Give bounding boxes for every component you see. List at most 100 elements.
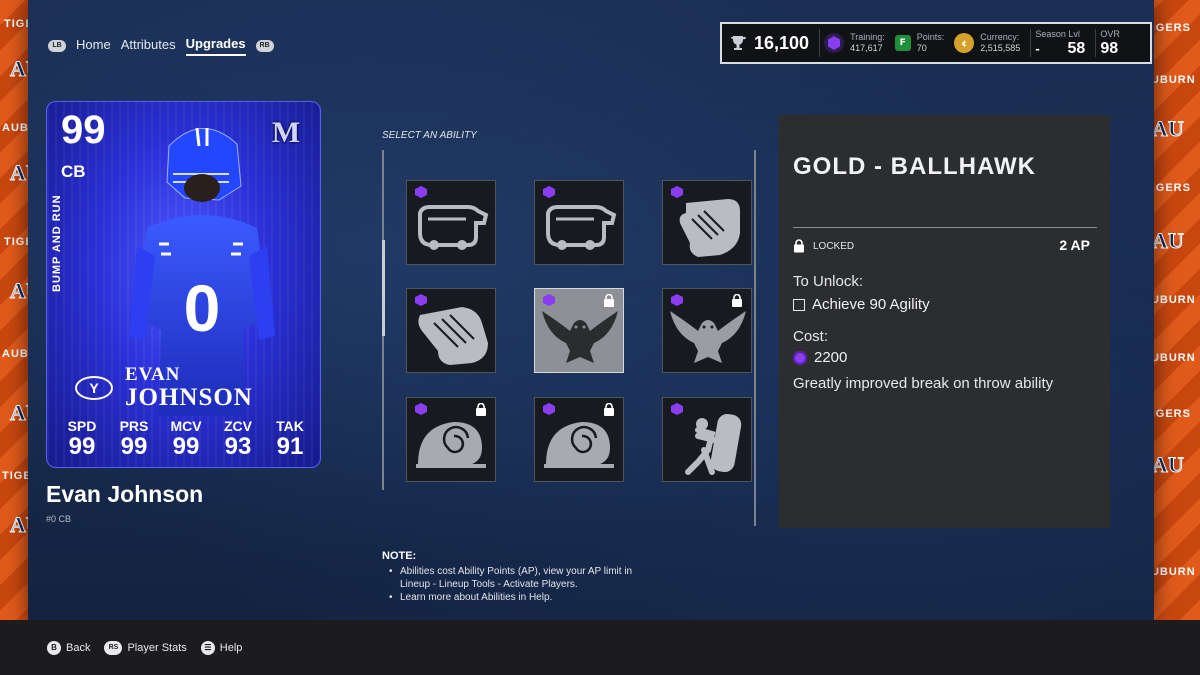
stat-currency: ¢ Currency: 2,515,585 [954,32,1026,54]
ability-grid [406,180,752,482]
card-overall: 99 [61,108,106,152]
tank-icon [418,205,489,250]
attribute-value: 91 [276,433,304,460]
stat-divider [819,29,821,57]
currency-value: 2,515,585 [980,43,1021,53]
rb-bumper-icon[interactable]: RB [255,40,274,52]
unlock-requirement: Achieve 90 Agility [793,296,930,313]
tab-home[interactable]: Home [76,37,111,55]
tier-badge-icon: M [271,116,301,149]
attribute-value: 99 [172,433,200,460]
scrollbar-thumb[interactable] [382,240,385,336]
help-label: Help [219,641,243,654]
help-button[interactable]: ☰ Help [200,640,243,655]
divider [793,227,1097,228]
ability-tile-selected[interactable] [534,288,624,373]
lock-status-label: LOCKED [813,240,855,252]
hawk-icon [670,311,746,363]
ability-detail-panel: GOLD - BALLHAWK LOCKED 2 AP To Unlock: A… [779,115,1110,528]
unlock-heading: To Unlock: [793,273,864,290]
checkbox-icon [793,298,805,311]
hands-icon [418,307,488,365]
right-stick-icon: RS [104,640,123,655]
snail-icon [416,422,486,468]
training-label: Training: [850,32,885,42]
blocking-sled-icon [685,413,742,475]
card-attribute: PRS 99 [109,418,159,460]
stat-divider [1095,29,1097,57]
player-stats-button[interactable]: RS Player Stats [104,640,187,655]
stat-divider [1030,29,1032,57]
ability-tile[interactable] [534,180,624,265]
ability-tile[interactable] [406,180,496,265]
season-prefix: - [1035,41,1040,56]
menu-button-icon: ☰ [200,640,215,655]
top-nav: LB Home Attributes Upgrades RB [48,36,274,56]
stat-trophy: 16,100 [728,33,815,54]
jersey-number: 0 [184,271,221,345]
card-attribute: MCV 99 [161,418,211,460]
tab-attributes[interactable]: Attributes [121,37,176,55]
hands-icon [679,199,740,257]
lock-icon [794,239,804,253]
attribute-key: PRS [119,418,149,434]
stat-points: F Points: 70 [894,32,951,54]
lb-bumper-icon[interactable]: LB [48,40,66,52]
stats-bar: 16,100 Training: 417,617 F Points: 70 ¢ … [720,22,1152,64]
currency-label: Currency: [980,32,1020,42]
back-button[interactable]: B Back [47,640,91,655]
tank-icon [546,205,617,250]
ability-tile[interactable] [406,397,496,482]
stat-training: Training: 417,617 [824,32,891,54]
cost-row: 2200 [793,349,847,366]
attribute-value: 93 [224,433,252,460]
back-label: Back [66,641,91,654]
attribute-key: SPD [67,418,97,434]
ability-title: GOLD - BALLHAWK [793,153,1036,180]
attribute-value: 99 [68,433,96,460]
ability-description: Greatly improved break on throw ability [793,375,1054,392]
card-archetype: BUMP AND RUN [51,194,63,292]
ability-ap-cost: 2 AP [1059,237,1090,253]
season-label: Season Lvl [1035,28,1080,39]
points-icon: F [894,35,911,51]
snail-icon [544,422,614,468]
requirement-text: Achieve 90 Agility [812,296,930,313]
player-number-position: #0 CB [46,514,72,524]
training-gem-icon [824,33,845,53]
team-logo-icon: Y [75,376,113,400]
stat-ovr: OVR 98 [1100,29,1126,58]
points-label: Points: [916,32,945,42]
tab-upgrades[interactable]: Upgrades [185,36,246,56]
note-item: Abilities cost Ability Points (AP), view… [382,565,642,591]
card-attribute: TAK 91 [265,418,315,460]
ovr-label: OVR [1100,28,1120,39]
season-value: 58 [1067,39,1086,57]
strip-monogram: AU [1152,116,1185,142]
ability-tile[interactable] [534,397,624,482]
attribute-key: MCV [170,418,202,434]
note-item: Learn more about Abilities in Help. [382,591,642,604]
coin-icon: ¢ [954,33,975,53]
training-gem-icon [793,350,807,365]
attribute-key: ZCV [224,418,252,434]
player-name: Evan Johnson [46,481,204,507]
ability-tile[interactable] [406,288,496,373]
player-stats-label: Player Stats [127,641,187,654]
card-attribute: SPD 99 [57,418,107,460]
attribute-key: TAK [276,418,304,434]
ability-tile[interactable] [662,180,752,265]
attribute-value: 99 [120,433,148,460]
footer-bar: B Back RS Player Stats ☰ Help [0,620,1200,675]
stat-season: Season Lvl - 58 [1035,29,1091,58]
points-value: 70 [916,43,927,53]
strip-monogram: AU [1152,228,1185,254]
lock-status: LOCKED [793,239,854,253]
ability-tile[interactable] [662,288,752,373]
player-card[interactable]: 0 99 CB BUMP AND RUN M Y EVAN JOHNSON SP… [46,101,321,468]
ability-tile[interactable] [662,397,752,482]
card-last-name: JOHNSON [125,384,253,411]
ovr-value: 98 [1100,39,1119,57]
card-attributes: SPD 99 PRS 99 MCV 99 ZCV 93 TAK 91 [57,418,315,460]
card-position: CB [61,162,86,181]
